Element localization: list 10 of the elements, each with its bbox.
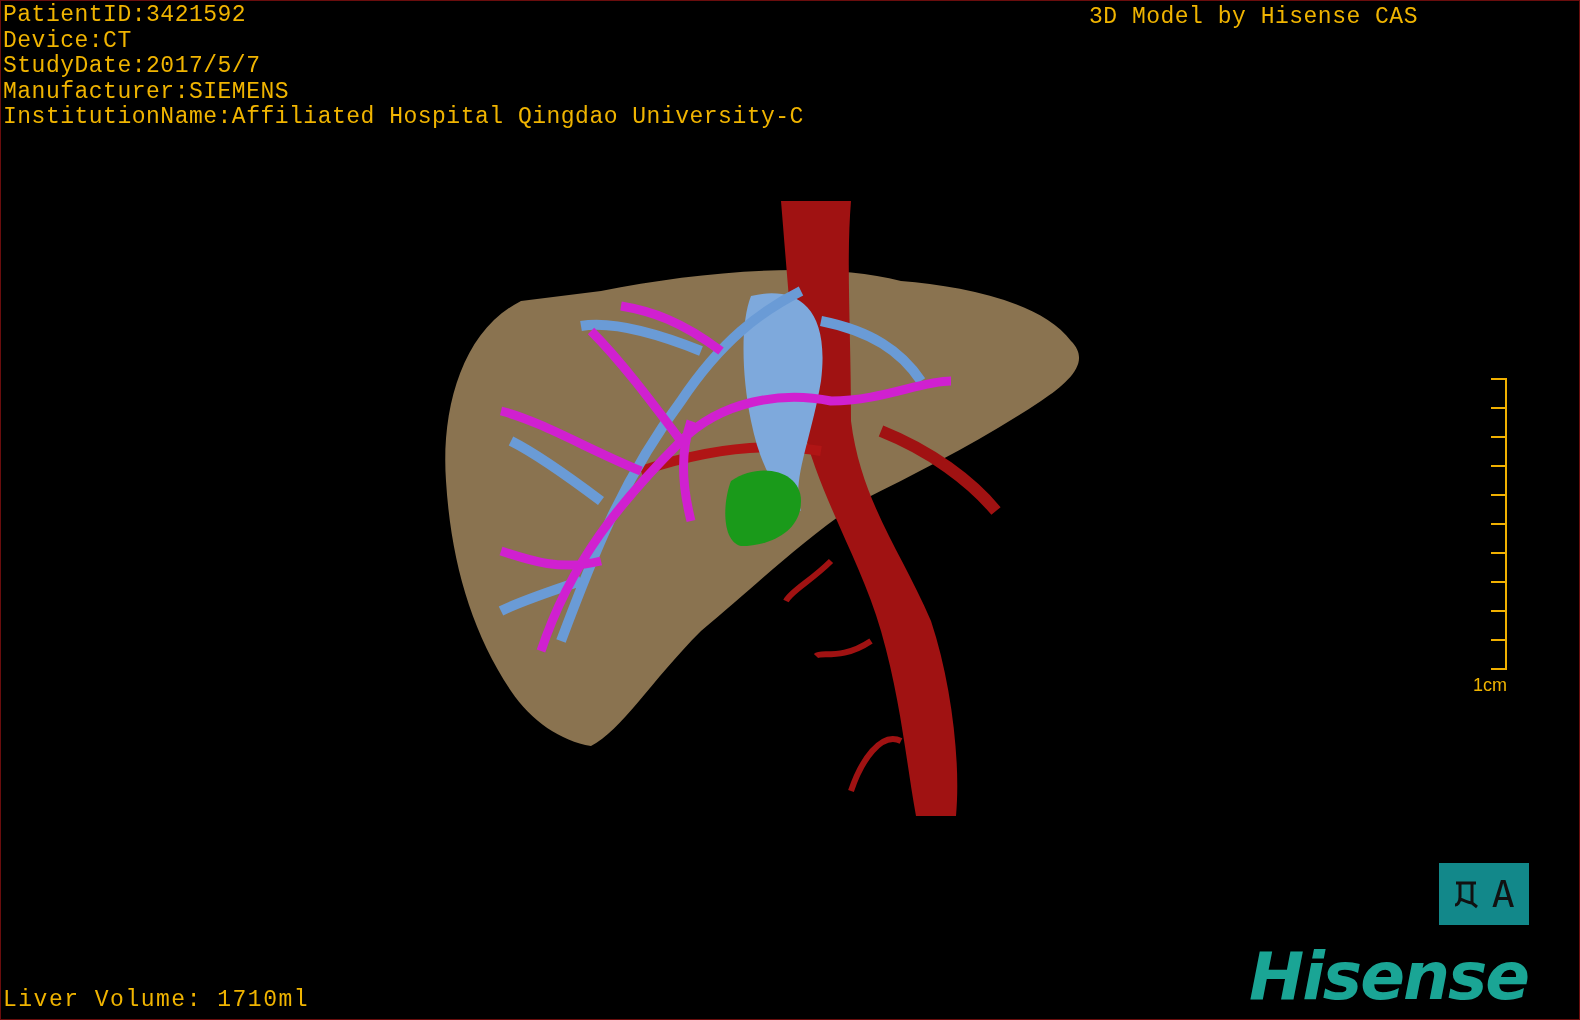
liver-volume-text: Liver Volume: 1710ml [3, 987, 310, 1013]
patient-info-text: StudyDate:2017/5/7 [3, 54, 262, 80]
patient-info-text: Manufacturer:SIEMENS [3, 79, 291, 105]
model-credit-text: 3D Model by Hisense CAS [1089, 4, 1418, 30]
patient-info-text: InstitutionName:Affiliated Hospital Qingdao University-C [3, 105, 804, 131]
orientation-button[interactable]: A [1439, 863, 1529, 925]
brand-logo: Hisense [1249, 941, 1528, 1013]
scale-label: 1cm [1473, 675, 1507, 696]
patient-info-text: Device:CT [3, 28, 133, 54]
patient-info-text: PatientID:3421592 [3, 3, 248, 29]
